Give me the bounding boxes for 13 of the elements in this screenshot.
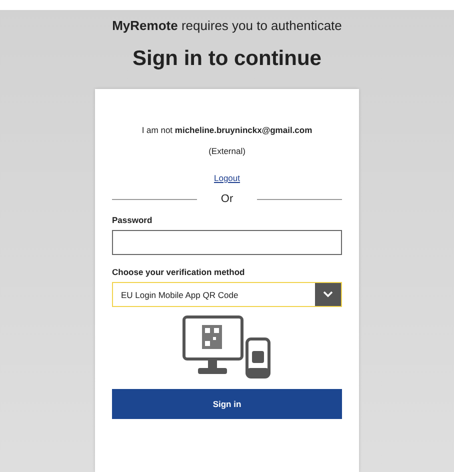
password-label: Password bbox=[112, 215, 152, 225]
page-title: Sign in to continue bbox=[132, 47, 322, 71]
verification-dropdown[interactable]: EU Login Mobile App QR Code bbox=[112, 282, 342, 307]
caret-icon bbox=[323, 291, 333, 298]
account-type: (External) bbox=[208, 146, 246, 156]
password-field[interactable] bbox=[112, 230, 342, 255]
authentication-notice: MyRemote requires you to authenticate bbox=[112, 18, 342, 33]
verification-label: Choose your verification method bbox=[112, 267, 245, 277]
logout-link[interactable]: Logout bbox=[214, 173, 240, 183]
sign-in-button[interactable]: Sign in bbox=[112, 389, 342, 419]
monitor-phone-qr-icon bbox=[182, 315, 272, 379]
or-divider: Or bbox=[220, 193, 234, 205]
identity-text: I am not micheline.bruyninckx@gmail.com bbox=[142, 125, 312, 135]
